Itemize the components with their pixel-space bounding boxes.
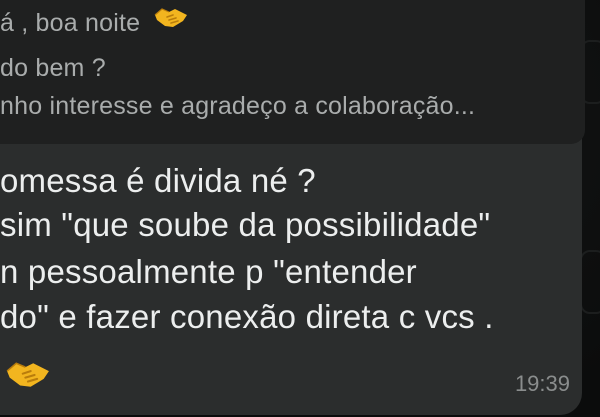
message-timestamp: 19:39 — [514, 371, 570, 396]
wallpaper-doodle — [580, 250, 600, 314]
quoted-line-2: do bem ? — [0, 54, 106, 82]
handshake-icon — [153, 5, 189, 38]
quoted-reply[interactable]: á , boa noite do bem ? nho interesse e a… — [0, 0, 585, 144]
message-line-1: omessa é divida né ? — [0, 162, 316, 199]
quoted-line-1-text: á , boa noite — [0, 9, 141, 38]
message-line-3: n pessoalmente p "entender — [0, 253, 417, 290]
message-line-4: do" e fazer conexão direta c vcs . — [0, 298, 494, 335]
handshake-icon — [4, 358, 52, 397]
chat-screen: á , boa noite do bem ? nho interesse e a… — [0, 0, 600, 417]
quoted-line-3: nho interesse e agradeço a colaboração..… — [0, 92, 476, 120]
message-line-2: sim "que soube da possibilidade" — [0, 206, 491, 243]
quoted-line-1: á , boa noite — [0, 8, 189, 41]
